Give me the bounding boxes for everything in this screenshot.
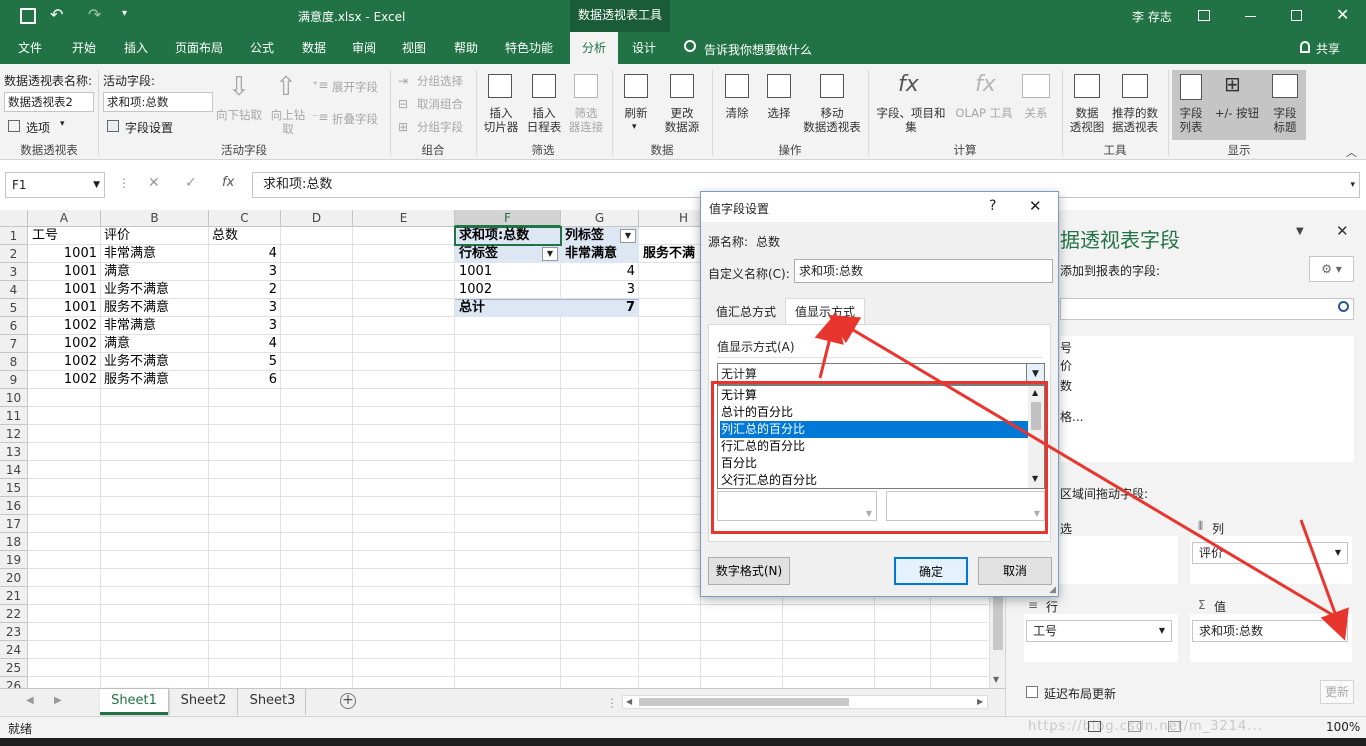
arrow-long [827, 314, 1337, 619]
arrow-to-values [1299, 519, 1349, 641]
annotation-arrows [814, 312, 1349, 641]
arrow-to-tab [814, 312, 844, 379]
